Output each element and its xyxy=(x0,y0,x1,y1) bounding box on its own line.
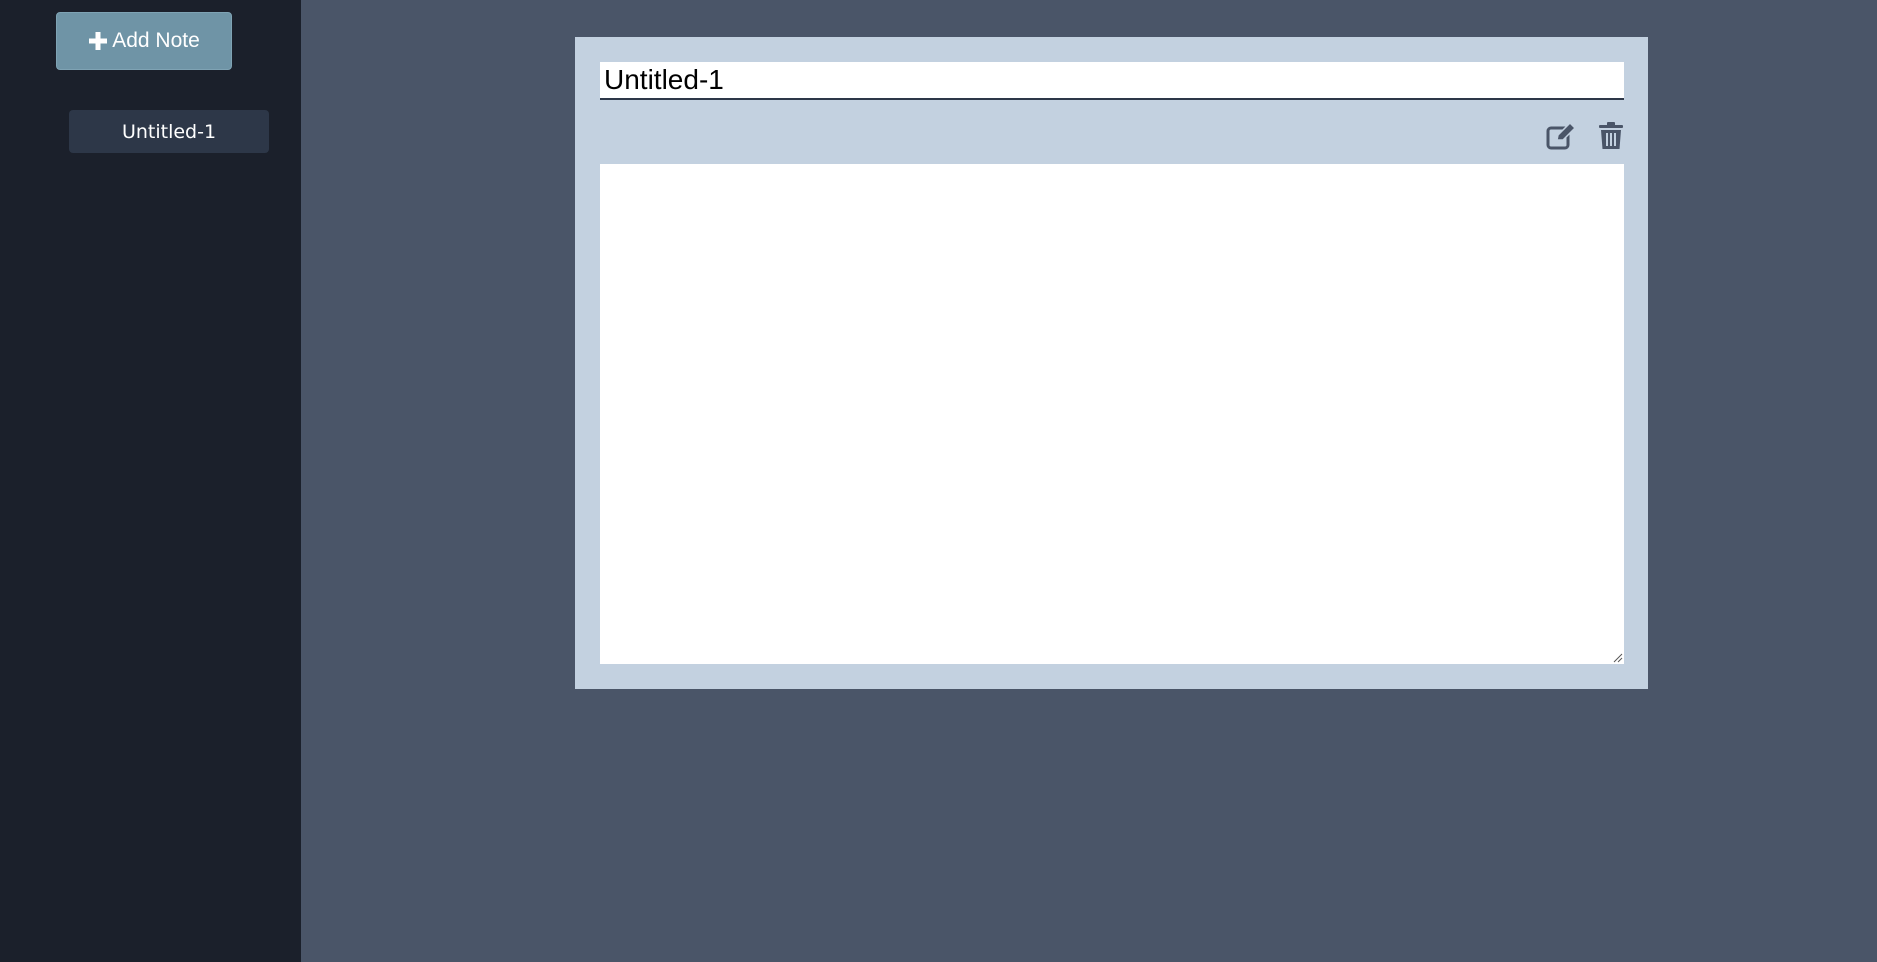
editor-toolbar xyxy=(1546,121,1626,151)
note-title-input[interactable] xyxy=(600,62,1624,100)
resize-grip-icon[interactable] xyxy=(1613,653,1623,663)
note-editor xyxy=(575,37,1648,689)
edit-icon[interactable] xyxy=(1546,121,1576,151)
note-body-textarea[interactable] xyxy=(600,164,1624,664)
trash-icon[interactable] xyxy=(1596,121,1626,151)
plus-icon xyxy=(88,31,108,51)
note-item-title: Untitled-1 xyxy=(121,120,217,143)
add-note-label: Add Note xyxy=(112,29,200,52)
sidebar-note-item[interactable]: Untitled-1 xyxy=(69,110,269,153)
sidebar: Add Note Untitled-1 xyxy=(0,0,301,962)
add-note-button[interactable]: Add Note xyxy=(56,12,232,70)
